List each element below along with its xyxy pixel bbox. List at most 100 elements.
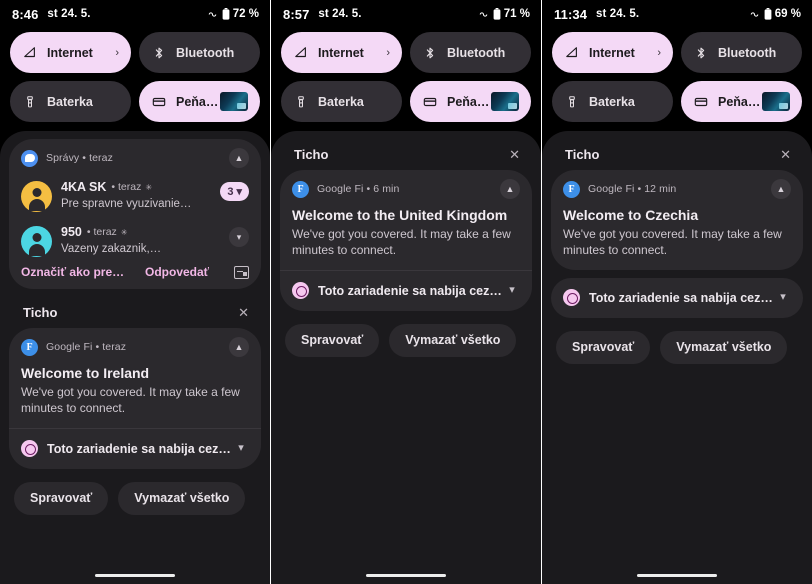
home-handle[interactable] [366,574,446,577]
chevron-up-icon[interactable]: ▲ [500,179,520,199]
flashlight-icon [293,94,309,110]
notification-actions: Označiť ako prečít… Odpovedať [9,265,261,289]
notification-charging[interactable]: Toto zariadenie sa nabija cez… ▾ [9,429,261,469]
tile-wallet-label: Peňaže.. [447,94,491,109]
chevron-down-icon[interactable]: ▾ [229,227,249,247]
chevron-up-icon[interactable]: ▲ [771,179,791,199]
chevron-down-icon[interactable]: ▾ [775,288,791,308]
home-handle[interactable] [95,574,175,577]
silent-section-title: Ticho [294,147,329,162]
avatar [21,181,52,212]
notification-item[interactable]: 4KA SK • teraz ✳ Pre spravne vyuzivanie…… [9,175,261,220]
notification-charging-group[interactable]: Toto zariadenie sa nabija cez… ▾ [551,277,803,318]
group-header[interactable]: Google Fi • 6 min ▲ [280,170,532,206]
close-icon[interactable]: ✕ [238,306,249,319]
manage-button[interactable]: Spravovať [285,323,380,357]
group-header[interactable]: Správy • teraz ▲ [9,139,261,175]
status-bar: 8:57 st 24. 5. 71 % [271,0,541,28]
tile-internet[interactable]: Internet › [281,32,402,73]
phone-panel-3: 11:34 st 24. 5. 69 % Internet › Bluetoot… [542,0,812,584]
message-count-badge[interactable]: 3 ▾ [220,182,249,201]
notification-sender: 4KA SK [61,180,107,194]
notification-shade: Ticho ✕ Google Fi • 6 min ▲ Welcome to t… [271,131,541,584]
tile-internet[interactable]: Internet › [10,32,131,73]
navigation-bar [271,574,541,577]
tile-flashlight[interactable]: Baterka [281,81,402,122]
notification-charging[interactable]: Toto zariadenie sa nabija cez… ▾ [551,278,803,318]
tile-bluetooth[interactable]: Bluetooth [139,32,260,73]
notification-group-messages[interactable]: Správy • teraz ▲ 4KA SK • teraz ✳ Pre sp… [9,139,261,289]
tile-wallet[interactable]: Peňaže.. [139,81,260,122]
tile-bluetooth[interactable]: Bluetooth [410,32,531,73]
notification-group-silent[interactable]: Google Fi • teraz ▲ Welcome to Ireland W… [9,328,261,469]
tile-wallet-label: Peňaže.. [718,94,762,109]
wallet-icon [151,94,167,110]
tile-bluetooth-label: Bluetooth [718,45,777,60]
tile-wallet[interactable]: Peňaže.. [410,81,531,122]
shade-buttons: Spravovať Vymazať všetko [551,326,803,364]
chevron-right-icon[interactable]: › [386,47,390,59]
notification-headline: 950 • teraz ✳ [61,225,229,239]
inline-reply-icon[interactable] [234,265,249,279]
chevron-down-icon[interactable]: ▾ [504,281,520,301]
close-icon[interactable]: ✕ [509,148,520,161]
phone-panel-1: 8:46 st 24. 5. 72 % Internet › Bluetooth… [0,0,270,584]
clear-all-button[interactable]: Vymazať všetko [660,330,788,364]
status-time: 8:57 [283,6,310,22]
infinity-data-icon [479,11,488,17]
notification-text: Toto zariadenie sa nabija cez… [589,290,773,305]
silent-section-title: Ticho [23,305,58,320]
clear-all-button[interactable]: Vymazať všetko [389,323,517,357]
silent-star-icon: ✳ [145,182,153,192]
navigation-bar [0,574,270,577]
messages-icon [21,149,38,167]
infinity-data-icon [208,11,217,17]
notification-item[interactable]: 950 • teraz ✳ Vazeny zakaznik,… ▾ [9,220,261,265]
system-settings-icon [292,282,309,300]
wallet-icon [693,94,709,110]
payment-card-thumbnail [491,92,519,111]
chevron-up-icon[interactable]: ▲ [229,148,249,168]
status-right-cluster: 71 % [477,8,530,20]
navigation-bar [542,574,812,577]
chevron-right-icon[interactable]: › [657,47,661,59]
notification-group-silent[interactable]: Google Fi • 12 min ▲ Welcome to Czechia … [551,170,803,270]
tile-flashlight[interactable]: Baterka [552,81,673,122]
group-app-name: Google Fi • 12 min [588,183,677,195]
notification-time: • teraz [111,181,142,193]
close-icon[interactable]: ✕ [780,148,791,161]
notification-google-fi[interactable]: Google Fi • teraz ▲ Welcome to Ireland W… [9,328,261,428]
notification-group-silent[interactable]: Google Fi • 6 min ▲ Welcome to the Unite… [280,170,532,311]
screenshot-strip: 8:46 st 24. 5. 72 % Internet › Bluetooth… [0,0,812,584]
group-app-name: Google Fi • 6 min [317,183,400,195]
avatar [21,226,52,257]
group-header[interactable]: Google Fi • 12 min ▲ [551,170,803,206]
wifi-icon [22,45,38,61]
notification-google-fi[interactable]: Google Fi • 6 min ▲ Welcome to the Unite… [280,170,532,270]
bluetooth-icon [422,45,438,61]
chevron-up-icon[interactable]: ▲ [229,337,249,357]
chevron-down-icon[interactable]: ▾ [233,439,249,459]
home-handle[interactable] [637,574,717,577]
reply-button[interactable]: Odpovedať [145,265,209,279]
manage-button[interactable]: Spravovať [14,481,109,515]
notification-text: We've got you covered. It may take a few… [292,227,511,258]
tile-internet-label: Internet [318,45,364,60]
group-header[interactable]: Google Fi • teraz ▲ [9,328,261,364]
tile-flashlight[interactable]: Baterka [10,81,131,122]
manage-button[interactable]: Spravovať [556,330,651,364]
tile-bluetooth[interactable]: Bluetooth [681,32,802,73]
status-date: st 24. 5. [596,8,640,20]
mark-as-read-button[interactable]: Označiť ako prečít… [21,265,129,279]
bluetooth-icon [693,45,709,61]
tile-internet[interactable]: Internet › [552,32,673,73]
silent-section-header: Ticho ✕ [9,297,261,328]
notification-google-fi[interactable]: Google Fi • 12 min ▲ Welcome to Czechia … [551,170,803,270]
clear-all-button[interactable]: Vymazať všetko [118,481,246,515]
notification-title: Welcome to Czechia [563,207,699,223]
tile-wallet[interactable]: Peňaže.. [681,81,802,122]
notification-charging[interactable]: Toto zariadenie sa nabija cez… ▾ [280,271,532,311]
group-app-name: Google Fi • teraz [46,341,127,353]
chevron-right-icon[interactable]: › [115,47,119,59]
battery-percent: 69 % [774,8,801,20]
